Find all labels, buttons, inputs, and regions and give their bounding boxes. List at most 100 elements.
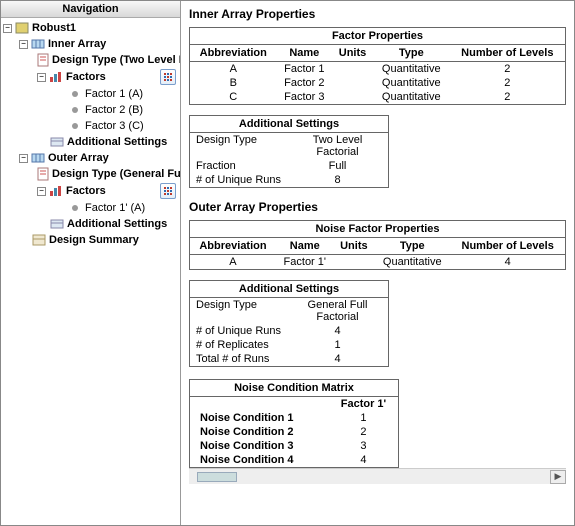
table-row: AFactor 1Quantitative2 — [190, 62, 565, 77]
collapse-icon[interactable]: − — [37, 187, 46, 196]
cell-levels: 2 — [450, 76, 565, 90]
settings-value: General Full Factorial — [293, 299, 382, 323]
tree-label: Factor 1' (A) — [85, 202, 145, 214]
factor-properties-table: Abbreviation Name Units Type Number of L… — [190, 45, 565, 104]
content-panel[interactable]: Inner Array Properties Factor Properties… — [181, 1, 574, 525]
factors-grid-button[interactable] — [160, 69, 176, 85]
tree-outer-factor-a[interactable]: Factor 1' (A) — [1, 200, 180, 216]
noise-factor-properties-panel: Noise Factor Properties Abbreviation Nam… — [189, 220, 566, 270]
tree-root[interactable]: − Robust1 — [1, 20, 180, 36]
inner-array-title: Inner Array Properties — [189, 7, 566, 21]
collapse-icon[interactable]: − — [19, 154, 28, 163]
tree-label: Factors — [66, 71, 106, 83]
settings-label: Fraction — [196, 160, 293, 172]
cell-units — [334, 255, 375, 270]
ncm-name: Noise Condition 1 — [190, 411, 329, 425]
tree-label: Additional Settings — [67, 218, 167, 230]
ncm-row: Noise Condition 11 — [190, 411, 398, 425]
ncm-value: 4 — [329, 453, 398, 467]
outer-additional-settings: Additional Settings Design TypeGeneral F… — [189, 280, 389, 367]
navigation-header: Navigation — [1, 1, 180, 18]
tree-inner-factors[interactable]: − Factors — [1, 68, 180, 86]
tree-label: Inner Array — [48, 38, 106, 50]
tree-label: Factor 3 (C) — [85, 120, 144, 132]
settings-row: # of Unique Runs8 — [190, 173, 388, 187]
panel-title: Additional Settings — [190, 116, 388, 133]
tree-label: Design Type (General Full Factorial) — [52, 168, 180, 180]
document-icon — [37, 167, 49, 181]
horizontal-scrollbar[interactable]: ▶ — [189, 468, 566, 484]
cell-type: Quantitative — [373, 90, 450, 104]
settings-value: 1 — [293, 339, 382, 351]
ncm-value: 3 — [329, 439, 398, 453]
factors-icon — [49, 184, 63, 198]
col-levels: Number of Levels — [450, 238, 565, 255]
cell-name: Factor 2 — [277, 76, 333, 90]
cell-levels: 2 — [450, 62, 565, 77]
col-type: Type — [374, 238, 450, 255]
tree-factor-c[interactable]: Factor 3 (C) — [1, 118, 180, 134]
tree-outer-factors[interactable]: − Factors — [1, 182, 180, 200]
tree-inner-design-type[interactable]: Design Type (Two Level Factorial) — [1, 52, 180, 68]
tree-factor-b[interactable]: Factor 2 (B) — [1, 102, 180, 118]
settings-value: 8 — [293, 174, 382, 186]
array-icon — [31, 37, 45, 51]
tree-outer-additional[interactable]: Additional Settings — [1, 216, 180, 232]
cell-units — [332, 90, 373, 104]
cell-abbrev: A — [190, 62, 277, 77]
noise-factor-properties-table: Abbreviation Name Units Type Number of L… — [190, 238, 565, 269]
navigation-tree[interactable]: − Robust1 − Inner Array Design Type (Two… — [1, 18, 180, 525]
ncm-name: Noise Condition 3 — [190, 439, 329, 453]
ncm-row: Noise Condition 33 — [190, 439, 398, 453]
ncm-row: Noise Condition 22 — [190, 425, 398, 439]
array-icon — [31, 151, 45, 165]
tree-label: Outer Array — [48, 152, 109, 164]
collapse-icon[interactable]: − — [37, 73, 46, 82]
cell-units — [332, 62, 373, 77]
panel-title: Additional Settings — [190, 281, 388, 298]
tree-inner-array[interactable]: − Inner Array — [1, 36, 180, 52]
settings-row: # of Unique Runs4 — [190, 324, 388, 338]
col-units: Units — [334, 238, 375, 255]
noise-condition-matrix: Noise Condition Matrix Factor 1' Noise C… — [189, 379, 399, 468]
tree-outer-array[interactable]: − Outer Array — [1, 150, 180, 166]
col-type: Type — [373, 45, 450, 62]
factors-grid-button[interactable] — [160, 183, 176, 199]
navigation-panel: Navigation − Robust1 − Inner Array Desig… — [1, 1, 181, 525]
settings-row: Design TypeTwo Level Factorial — [190, 133, 388, 159]
cell-levels: 4 — [450, 255, 565, 270]
document-icon — [37, 53, 49, 67]
tree-label: Factors — [66, 185, 106, 197]
col-levels: Number of Levels — [450, 45, 565, 62]
project-icon — [15, 21, 29, 35]
col-abbrev: Abbreviation — [190, 45, 277, 62]
settings-label: # of Replicates — [196, 339, 293, 351]
tree-factor-a[interactable]: Factor 1 (A) — [1, 86, 180, 102]
tree-label: Design Type (Two Level Factorial) — [52, 54, 180, 66]
tree-outer-design-type[interactable]: Design Type (General Full Factorial) — [1, 166, 180, 182]
settings-value: 4 — [293, 353, 382, 365]
panel-title: Noise Condition Matrix — [190, 380, 398, 397]
cell-type: Quantitative — [374, 255, 450, 270]
cell-abbrev: C — [190, 90, 277, 104]
scroll-right-icon[interactable]: ▶ — [550, 470, 566, 484]
tree-label: Design Summary — [49, 234, 139, 246]
cell-abbrev: A — [190, 255, 276, 270]
table-row: CFactor 3Quantitative2 — [190, 90, 565, 104]
settings-label: Design Type — [196, 134, 293, 158]
tree-design-summary[interactable]: Design Summary — [1, 232, 180, 248]
settings-label: # of Unique Runs — [196, 325, 293, 337]
settings-row: Design TypeGeneral Full Factorial — [190, 298, 388, 324]
factor-icon — [68, 103, 82, 117]
collapse-icon[interactable]: − — [3, 24, 12, 33]
settings-value: 4 — [293, 325, 382, 337]
scrollbar-thumb[interactable] — [197, 472, 237, 482]
tree-inner-additional[interactable]: Additional Settings — [1, 134, 180, 150]
settings-icon — [50, 135, 64, 149]
collapse-icon[interactable]: − — [19, 40, 28, 49]
cell-abbrev: B — [190, 76, 277, 90]
table-row: BFactor 2Quantitative2 — [190, 76, 565, 90]
settings-row: # of Replicates1 — [190, 338, 388, 352]
inner-additional-settings: Additional Settings Design TypeTwo Level… — [189, 115, 389, 188]
ncm-name: Noise Condition 4 — [190, 453, 329, 467]
